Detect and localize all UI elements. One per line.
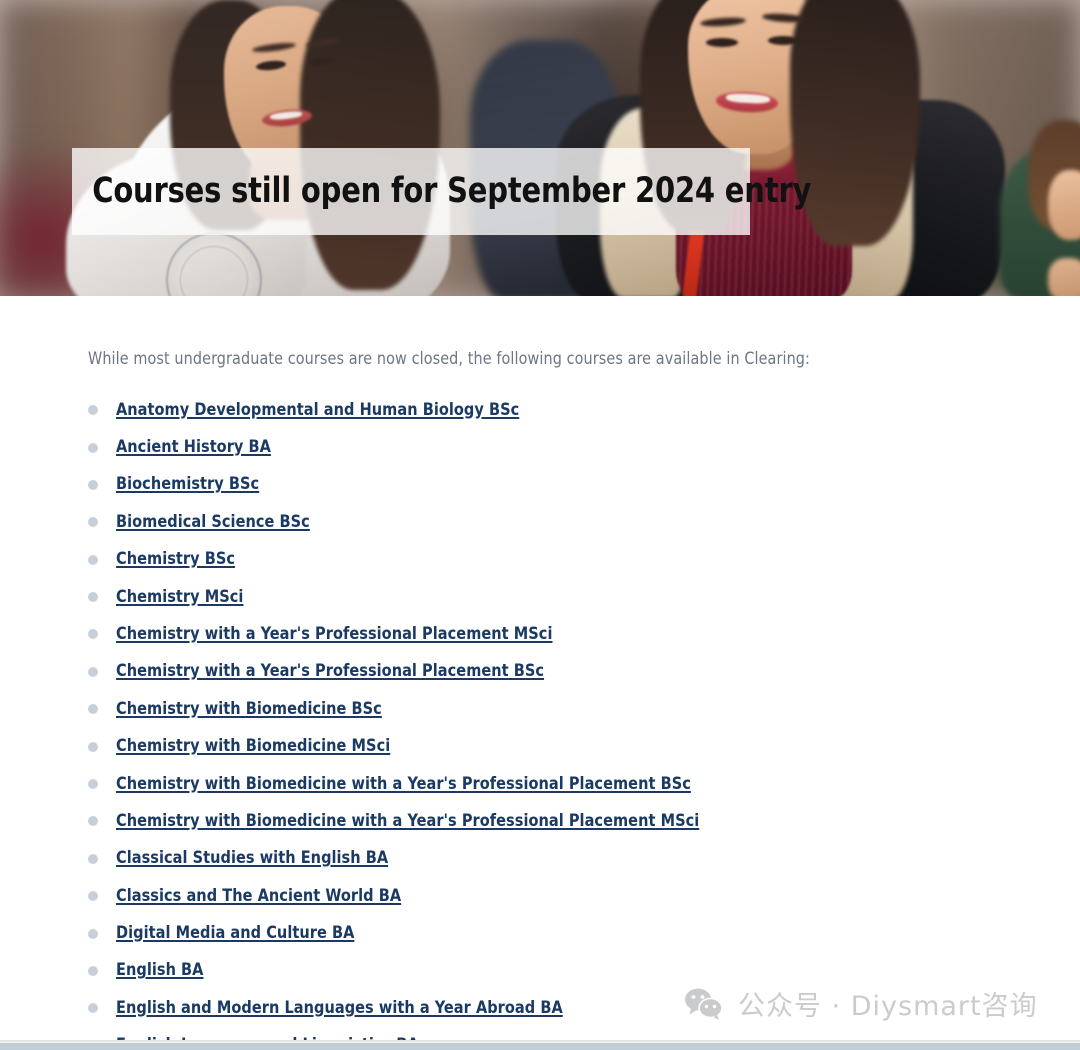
course-link[interactable]: Chemistry BSc (116, 551, 235, 568)
bullet-icon (88, 405, 98, 416)
list-item[interactable]: English BA (0, 952, 1080, 989)
list-item[interactable]: Biomedical Science BSc (0, 504, 1080, 541)
hero-title-plate: Courses still open for September 2024 en… (72, 148, 811, 235)
course-link[interactable]: Anatomy Developmental and Human Biology … (116, 401, 519, 419)
course-link[interactable]: English and Modern Languages with a Year… (116, 999, 563, 1017)
course-link[interactable]: Classics and The Ancient World BA (116, 887, 401, 905)
hero-banner: Courses still open for September 2024 en… (0, 0, 1080, 296)
bullet-icon (88, 592, 98, 603)
list-item[interactable]: Chemistry MSci (0, 578, 1080, 615)
student-right-eye-left (706, 38, 738, 47)
page-title: Courses still open for September 2024 en… (92, 171, 812, 211)
bullet-icon (88, 891, 98, 902)
main-content: While most undergraduate courses are now… (0, 296, 1080, 1050)
list-item[interactable]: Chemistry with Biomedicine with a Year's… (0, 803, 1080, 840)
course-link[interactable]: Chemistry with a Year's Professional Pla… (116, 625, 552, 643)
course-link[interactable]: Chemistry with Biomedicine with a Year's… (116, 812, 699, 830)
course-link[interactable]: Ancient History BA (116, 439, 271, 456)
course-link[interactable]: Chemistry with a Year's Professional Pla… (116, 663, 544, 680)
bullet-icon (88, 629, 98, 640)
page-root: Courses still open for September 2024 en… (0, 0, 1080, 1050)
list-item[interactable]: Chemistry with Biomedicine BSc (0, 691, 1080, 728)
list-item[interactable]: Digital Media and Culture BA (0, 915, 1080, 952)
list-item[interactable]: Classics and The Ancient World BA (0, 878, 1080, 915)
clearing-course-list: Anatomy Developmental and Human Biology … (0, 391, 1080, 1050)
list-item[interactable]: Classical Studies with English BA (0, 840, 1080, 877)
student-far-right-face (1048, 170, 1080, 240)
bullet-icon (88, 928, 98, 939)
course-link[interactable]: English BA (116, 962, 203, 979)
bullet-icon (88, 554, 98, 565)
list-item[interactable]: Biochemistry BSc (0, 466, 1080, 503)
student-far-right-hand (1048, 258, 1080, 296)
course-link[interactable]: Classical Studies with English BA (116, 850, 388, 867)
intro-paragraph: While most undergraduate courses are now… (88, 349, 810, 368)
course-link[interactable]: Chemistry with Biomedicine with a Year's… (116, 775, 691, 793)
course-link[interactable]: Biochemistry BSc (116, 476, 259, 493)
bullet-icon (88, 779, 98, 790)
bullet-icon (88, 1003, 98, 1014)
list-item[interactable]: Anatomy Developmental and Human Biology … (0, 391, 1080, 428)
bullet-icon (88, 442, 98, 453)
bullet-icon (88, 704, 98, 715)
course-link[interactable]: Biomedical Science BSc (116, 513, 310, 531)
bullet-icon (88, 517, 98, 528)
bullet-icon (88, 965, 98, 976)
list-item[interactable]: Chemistry BSc (0, 541, 1080, 578)
horizontal-scrollbar-thumb[interactable] (0, 1043, 1080, 1050)
bullet-icon (88, 479, 98, 490)
bullet-icon (88, 816, 98, 827)
list-item[interactable]: Chemistry with Biomedicine MSci (0, 728, 1080, 765)
bullet-icon (88, 666, 98, 677)
list-item[interactable]: English and Modern Languages with a Year… (0, 990, 1080, 1027)
list-item[interactable]: Chemistry with a Year's Professional Pla… (0, 616, 1080, 653)
list-item[interactable]: Chemistry with a Year's Professional Pla… (0, 653, 1080, 690)
course-link[interactable]: Digital Media and Culture BA (116, 925, 354, 942)
bullet-icon (88, 741, 98, 752)
student-right-eye-right (768, 36, 798, 45)
course-link[interactable]: Chemistry MSci (116, 588, 243, 606)
bullet-icon (88, 853, 98, 864)
course-link[interactable]: Chemistry with Biomedicine BSc (116, 700, 382, 718)
list-item[interactable]: Ancient History BA (0, 429, 1080, 466)
list-item[interactable]: Chemistry with Biomedicine with a Year's… (0, 765, 1080, 802)
course-link[interactable]: Chemistry with Biomedicine MSci (116, 738, 390, 755)
